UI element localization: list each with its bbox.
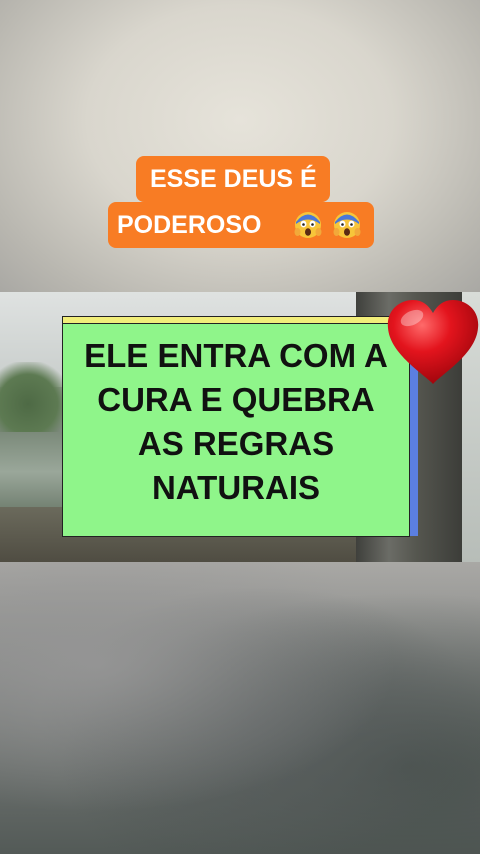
blurred-background-bottom: [0, 562, 480, 854]
card-text: ELE ENTRA COM A CURA E QUEBRA AS REGRAS …: [62, 334, 410, 510]
caption-text-2: PODEROSO: [117, 211, 262, 239]
screaming-face-emoji-icon: [333, 212, 361, 238]
screaming-face-emoji-icon: [294, 212, 322, 238]
blurred-background-top: [0, 0, 480, 300]
caption-text-1: ESSE DEUS É: [150, 165, 317, 193]
card-line-2: CURA E QUEBRA: [97, 381, 375, 418]
card-line-3: AS REGRAS: [137, 425, 335, 462]
caption-line-2: PODEROSO: [108, 202, 374, 248]
video-trees: [0, 362, 70, 432]
caption-badge: ESSE DEUS É PODEROSO: [108, 156, 374, 254]
card-line-4: NATURAIS: [151, 469, 321, 506]
card-line-1: ELE ENTRA COM A: [84, 337, 388, 374]
caption-line-1: ESSE DEUS É: [136, 156, 330, 202]
video-post[interactable]: ESSE DEUS É PODEROSO ELE ENTRA COM A CUR…: [0, 0, 480, 854]
heart-icon: [387, 300, 479, 384]
